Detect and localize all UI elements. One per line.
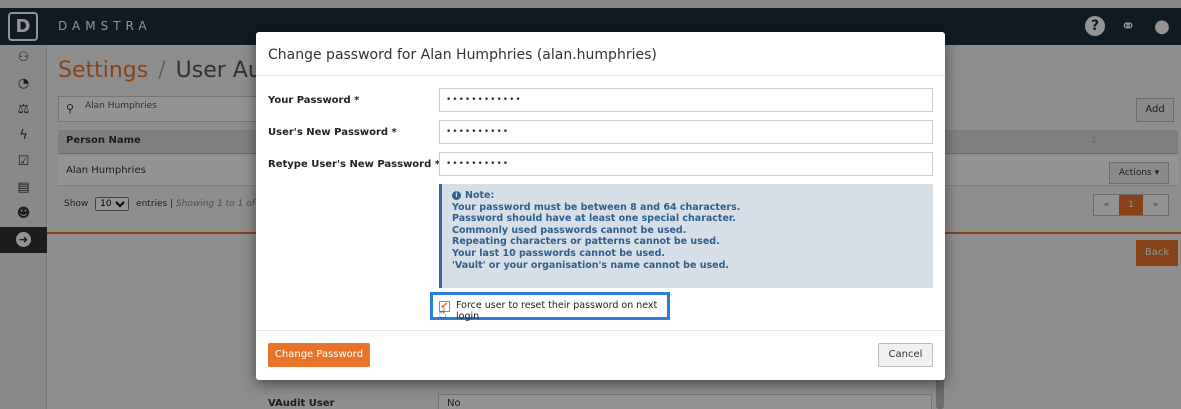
your-password-label: Your Password * (268, 95, 360, 106)
hand-cursor-icon: ☝ (438, 306, 447, 322)
dialog-header: Change password for Alan Humphries (alan… (256, 32, 945, 76)
note-line: Your last 10 passwords cannot be used. (452, 247, 666, 259)
change-password-button[interactable]: Change Password (268, 343, 370, 367)
note-line: Repeating characters or patterns cannot … (452, 236, 720, 248)
force-reset-label[interactable]: Force user to reset their password on ne… (456, 300, 667, 322)
force-reset-option[interactable]: ✔ Force user to reset their password on … (430, 292, 670, 322)
dialog-footer: Change Password Cancel (256, 330, 945, 380)
note-line: Commonly used passwords cannot be used. (452, 224, 687, 236)
info-icon: i (452, 191, 461, 201)
new-password-field[interactable]: •••••••••• (439, 120, 933, 144)
note-line: Your password must be between 8 and 64 c… (452, 201, 741, 213)
cancel-button[interactable]: Cancel (878, 343, 933, 367)
note-header: i Note: (452, 190, 923, 202)
your-password-field[interactable]: •••••••••••• (439, 88, 933, 112)
dialog-title: Change password for Alan Humphries (alan… (268, 47, 657, 63)
note-line: Password should have at least one specia… (452, 213, 736, 225)
change-password-dialog: Change password for Alan Humphries (alan… (256, 32, 945, 380)
password-rules-note: i Note: Your password must be between 8 … (439, 184, 933, 288)
retype-password-field[interactable]: •••••••••• (439, 152, 933, 176)
new-password-label: User's New Password * (268, 127, 397, 138)
retype-password-label: Retype User's New Password * (268, 159, 440, 170)
note-title: Note: (465, 190, 495, 201)
note-line: 'Vault' or your organisation's name cann… (452, 259, 729, 271)
